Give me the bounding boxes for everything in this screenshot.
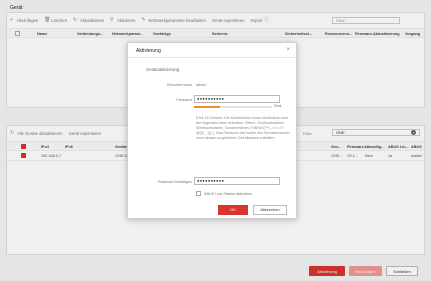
- link-station-option[interactable]: ABUS Link Station aktivieren: [196, 191, 253, 196]
- dialog-title: Aktivierung: [136, 48, 161, 54]
- password-label: Passwort: [176, 98, 192, 102]
- link-station-checkbox[interactable]: [196, 191, 201, 196]
- confirm-password-label: Passwort bestätigen: [157, 180, 192, 184]
- close-icon[interactable]: ×: [286, 47, 290, 53]
- cancel-button[interactable]: Abbrechen: [253, 205, 287, 215]
- password-hint: 8 bis 16 Zeichen: Die Kombination muss m…: [196, 116, 291, 140]
- activation-dialog: Aktivierung × Geräteaktivierung Benutzer…: [127, 42, 297, 219]
- ok-button[interactable]: OK: [218, 205, 248, 215]
- password-field[interactable]: ●●●●●●●●●●: [194, 95, 280, 103]
- dialog-divider: [128, 57, 296, 58]
- username-label: Benutzername: [167, 83, 192, 87]
- strength-bar-empty: [220, 106, 272, 108]
- strength-bar-filled: [194, 106, 220, 108]
- username-value: admin: [196, 83, 207, 87]
- confirm-password-field[interactable]: ●●●●●●●●●●: [194, 177, 280, 185]
- section-title: Geräteaktivierung: [146, 67, 180, 72]
- link-station-label: ABUS Link Station aktivieren: [204, 191, 253, 196]
- strength-label: Stark: [274, 104, 282, 108]
